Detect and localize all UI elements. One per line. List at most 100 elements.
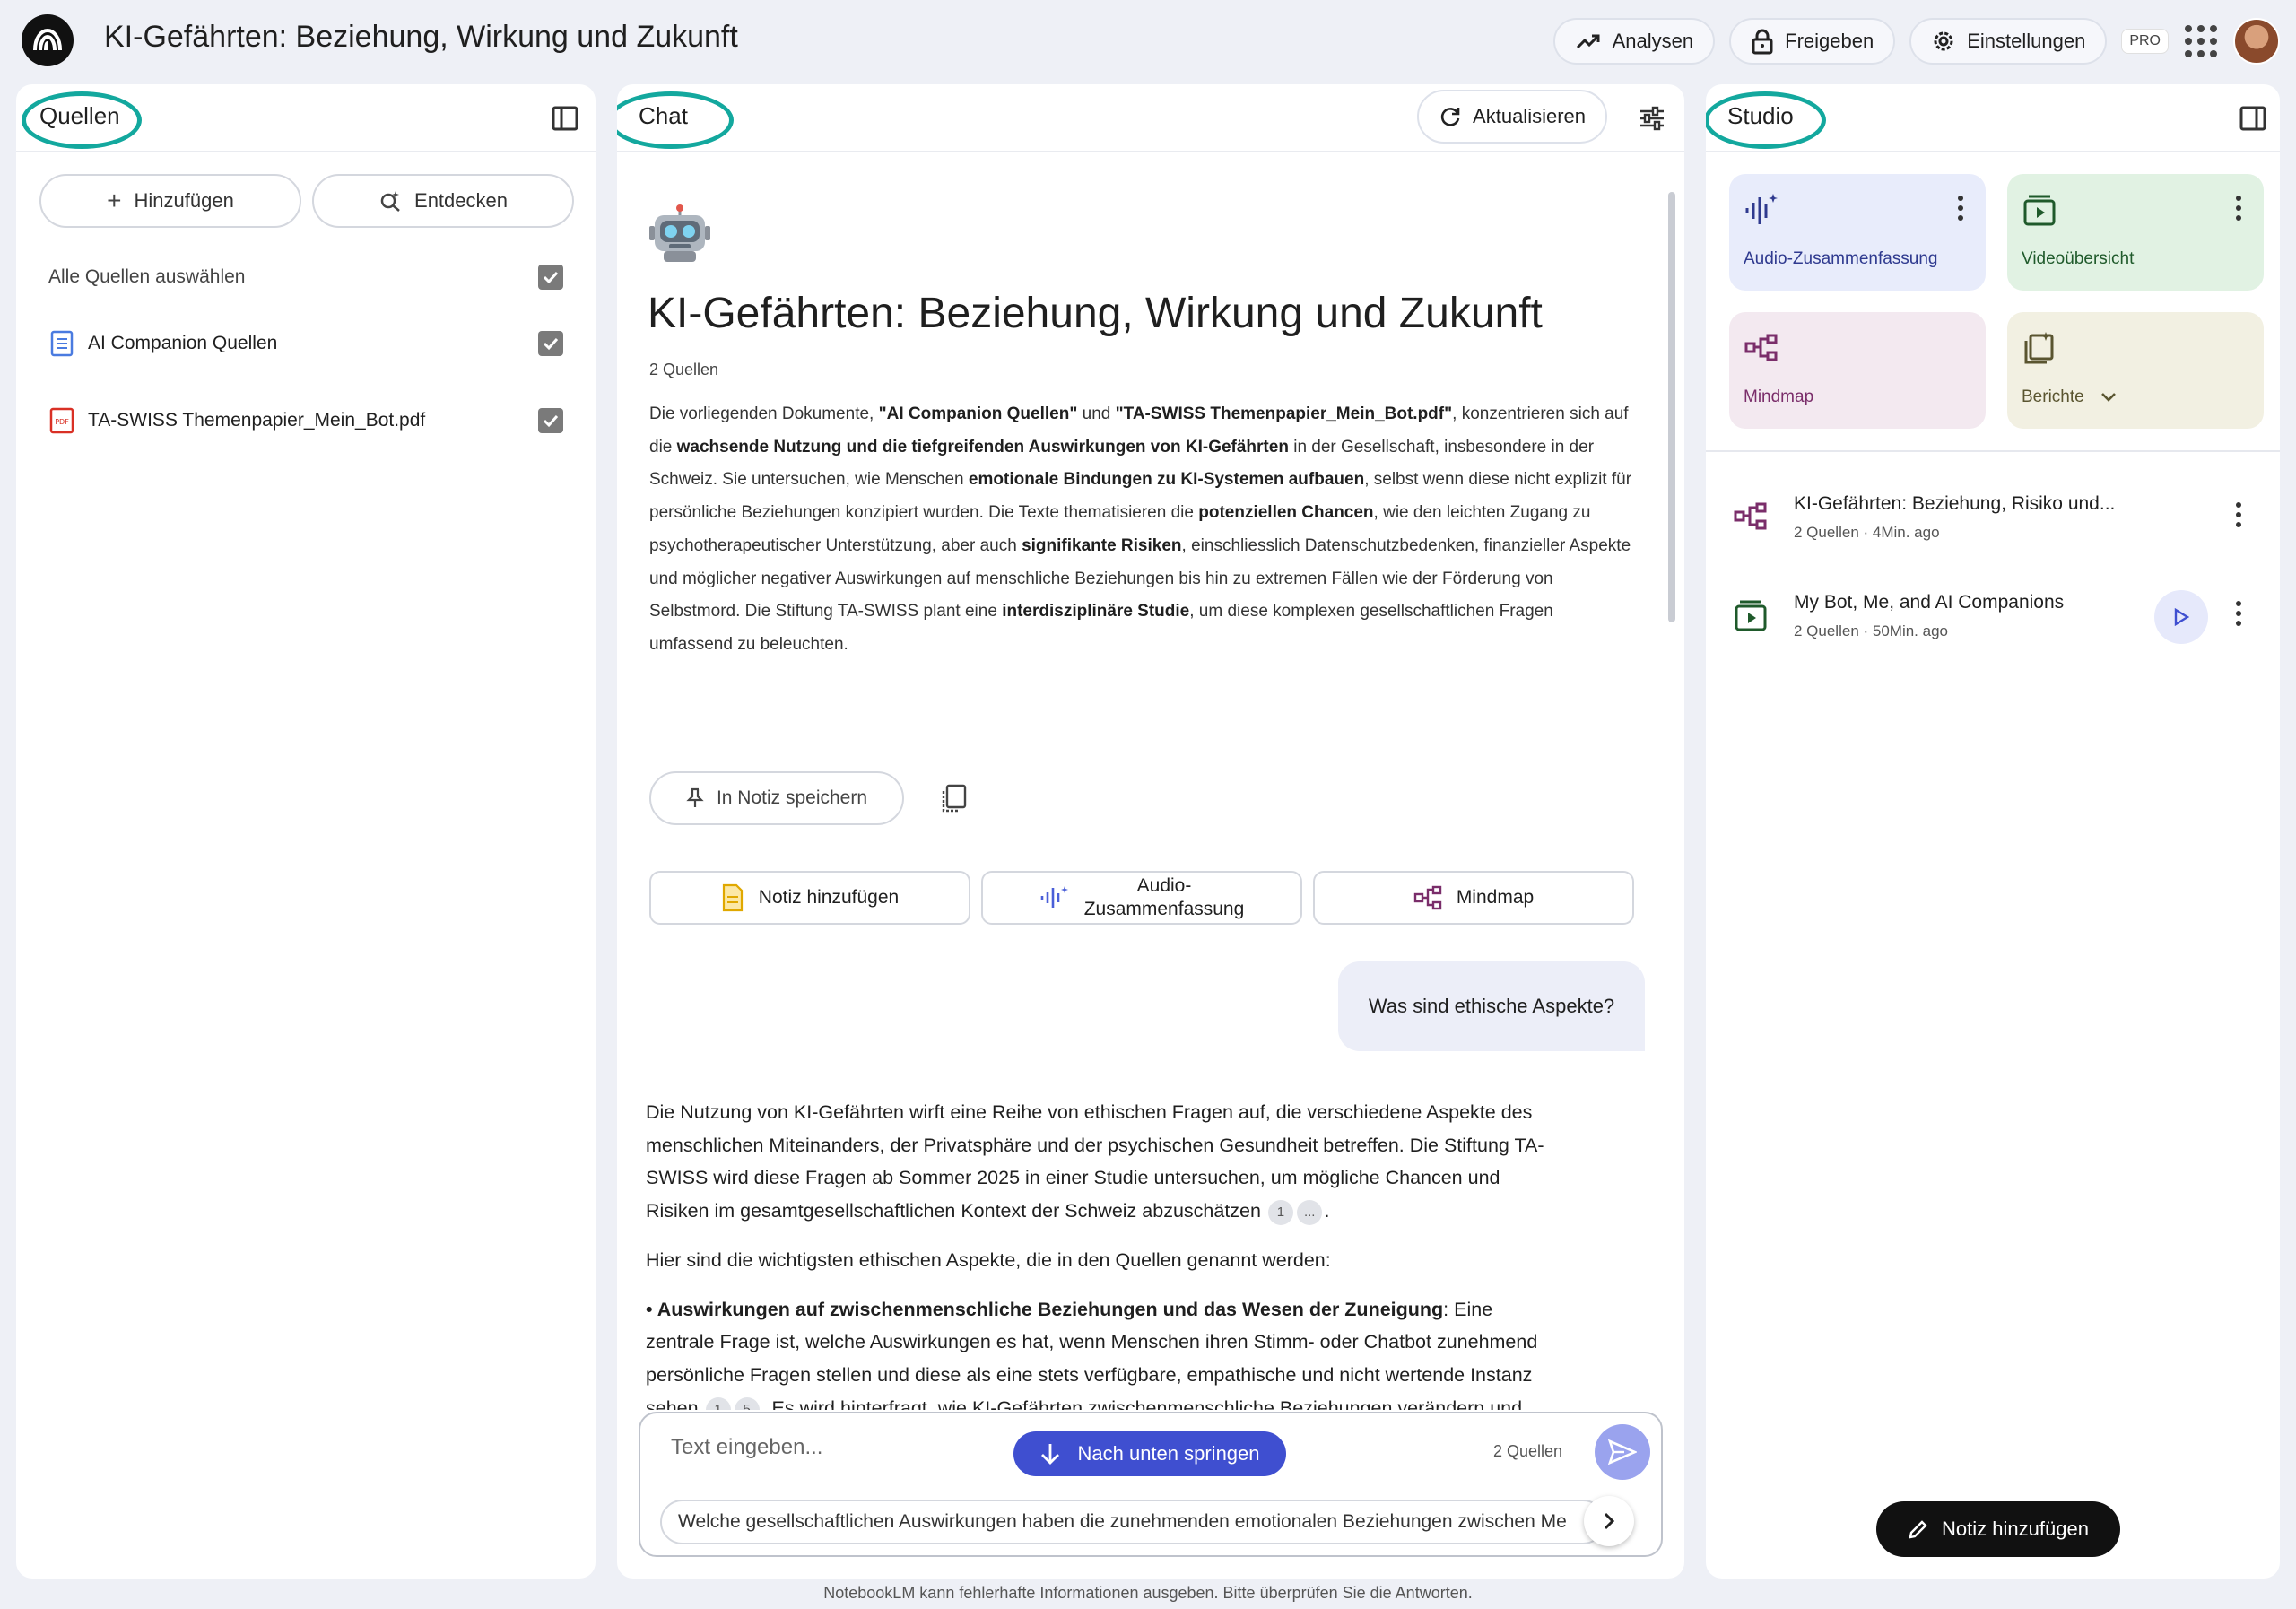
gear-icon (1934, 31, 1953, 51)
pencil-icon (1909, 1520, 1927, 1539)
video-overview-tile[interactable]: Videoübersicht (2007, 174, 2264, 291)
add-source-button[interactable]: + Hinzufügen (39, 174, 301, 228)
notebook-title[interactable]: KI-Gefährten: Beziehung, Wirkung und Zuk… (104, 20, 738, 55)
note-title: KI-Gefährten: Beziehung, Risiko und... (1794, 493, 2116, 514)
citation-chip[interactable]: 1 (705, 1396, 731, 1410)
sources-header: Quellen (16, 84, 596, 152)
discover-label: Entdecken (414, 189, 508, 212)
pro-badge: PRO (2121, 29, 2169, 54)
tile-label: Mindmap (1744, 387, 1814, 406)
source-label: AI Companion Quellen (88, 333, 278, 353)
jump-to-bottom-button[interactable]: Nach unten springen (1013, 1431, 1286, 1476)
share-button[interactable]: Freigeben (1729, 18, 1896, 65)
mindmap-tile[interactable]: Mindmap (1729, 312, 1986, 429)
chat-input[interactable]: Text eingeben... (671, 1435, 822, 1460)
note-icon (722, 883, 743, 912)
user-avatar[interactable] (2233, 18, 2280, 65)
studio-header: Studio (1706, 84, 2280, 152)
mindmap-icon (1413, 885, 1442, 910)
add-note-label: Notiz hinzufügen (1942, 1518, 2089, 1540)
tile-label: Audio-Zusammenfassung (1744, 249, 1938, 268)
suggestion-label: Notiz hinzufügen (758, 887, 900, 908)
add-source-label: Hinzufügen (134, 189, 234, 212)
note-meta: 2 Quellen · 4Min. ago (1794, 524, 1940, 541)
studio-divider (1706, 450, 2280, 452)
source-checkbox[interactable] (538, 408, 563, 433)
suggestion-label: Mindmap (1456, 887, 1535, 908)
tile-label: Videoübersicht (2022, 249, 2135, 268)
play-icon (2174, 608, 2189, 626)
mindmap-icon (1734, 502, 1767, 530)
refresh-label: Aktualisieren (1473, 105, 1586, 127)
pdf-icon: PDF (48, 407, 75, 434)
copy-icon[interactable] (936, 780, 972, 816)
collapse-panel-icon[interactable] (545, 99, 585, 138)
play-button[interactable] (2154, 590, 2208, 644)
chat-scrollbar[interactable] (1668, 192, 1675, 622)
collapse-panel-icon[interactable] (2233, 99, 2273, 138)
reports-tile[interactable]: Berichte (2007, 312, 2264, 429)
source-item[interactable]: AI Companion Quellen (48, 321, 563, 366)
citation-chip[interactable]: ... (1296, 1200, 1323, 1226)
source-label: TA-SWISS Themenpapier_Mein_Bot.pdf (88, 410, 426, 431)
chat-scroll-area[interactable]: KI-Gefährten: Beziehung, Wirkung und Zuk… (617, 154, 1684, 1410)
more-options-icon[interactable] (1950, 192, 1971, 224)
assistant-answer: Die Nutzung von KI-Gefährten wirft eine … (646, 1096, 1561, 1410)
select-all-row[interactable]: Alle Quellen auswählen (48, 255, 563, 300)
answer-paragraph: Die Nutzung von KI-Gefährten wirft eine … (646, 1096, 1561, 1228)
chat-header: Chat Aktualisieren (617, 84, 1684, 152)
send-icon (1608, 1439, 1637, 1465)
add-note-suggestion[interactable]: Notiz hinzufügen (649, 871, 970, 925)
audio-summary-suggestion[interactable]: Audio- Zusammenfassung (981, 871, 1302, 925)
analytics-button[interactable]: Analysen (1552, 18, 1716, 65)
composer-source-count: 2 Quellen (1492, 1442, 1562, 1460)
refresh-button[interactable]: Aktualisieren (1417, 90, 1607, 144)
more-options-icon[interactable] (2228, 499, 2249, 531)
disclaimer-footer: NotebookLM kann fehlerhafte Informatione… (823, 1584, 1473, 1602)
audio-summary-tile[interactable]: Audio-Zusammenfassung (1729, 174, 1986, 291)
more-options-icon[interactable] (2228, 192, 2249, 224)
analytics-label: Analysen (1612, 30, 1694, 52)
add-note-button[interactable]: Notiz hinzufügen (1876, 1501, 2120, 1557)
select-all-checkbox[interactable] (538, 265, 563, 290)
settings-label: Einstellungen (1967, 30, 2086, 52)
top-bar: KI-Gefährten: Beziehung, Wirkung und Zuk… (0, 0, 2296, 83)
save-to-note-button[interactable]: In Notiz speichern (649, 771, 904, 825)
pin-icon (686, 787, 704, 807)
video-icon (2023, 195, 2056, 226)
mindmap-icon (1744, 334, 1778, 361)
sources-panel: Quellen + Hinzufügen Entdecken Alle Quel… (16, 84, 596, 1579)
citation-chip[interactable]: 5 (734, 1396, 760, 1410)
chevron-down-icon[interactable] (2100, 391, 2118, 404)
select-all-label: Alle Quellen auswählen (48, 266, 246, 287)
share-label: Freigeben (1785, 30, 1874, 52)
source-item[interactable]: PDF TA-SWISS Themenpapier_Mein_Bot.pdf (48, 398, 563, 443)
settings-button[interactable]: Einstellungen (1909, 18, 2108, 65)
audio-icon (1040, 886, 1068, 908)
note-meta: 2 Quellen · 50Min. ago (1794, 622, 1948, 639)
svg-text:PDF: PDF (55, 418, 69, 426)
answer-paragraph: Hier sind die wichtigsten ethischen Aspe… (646, 1248, 1331, 1271)
apps-grid-icon[interactable] (2183, 23, 2219, 59)
followup-suggestion[interactable]: Welche gesellschaftlichen Auswirkungen h… (660, 1500, 1605, 1544)
sources-title: Quellen (39, 102, 120, 129)
more-options-icon[interactable] (2228, 597, 2249, 630)
studio-note-item[interactable]: My Bot, Me, and AI Companions 2 Quellen … (1733, 587, 2258, 649)
mindmap-suggestion[interactable]: Mindmap (1313, 871, 1634, 925)
notebooklm-logo-icon[interactable] (22, 14, 74, 66)
tune-icon[interactable] (1632, 99, 1672, 138)
suggestion-label: Audio- Zusammenfassung (1083, 875, 1245, 919)
studio-panel: Studio Audio-Zusammenfassung Videoübersi… (1706, 84, 2280, 1579)
note-title: My Bot, Me, and AI Companions (1794, 592, 2065, 613)
tile-label: Berichte (2022, 387, 2118, 407)
arrow-down-icon (1041, 1444, 1060, 1465)
citation-chip[interactable]: 1 (1267, 1200, 1293, 1226)
chat-title: Chat (639, 102, 688, 129)
studio-note-item[interactable]: KI-Gefährten: Beziehung, Risiko und... 2… (1733, 488, 2258, 551)
chevron-right-icon[interactable] (1584, 1496, 1634, 1546)
source-checkbox[interactable] (538, 331, 563, 356)
document-icon (48, 330, 75, 357)
discover-sources-button[interactable]: Entdecken (312, 174, 574, 228)
video-icon (1735, 600, 1767, 631)
send-button[interactable] (1595, 1424, 1650, 1480)
